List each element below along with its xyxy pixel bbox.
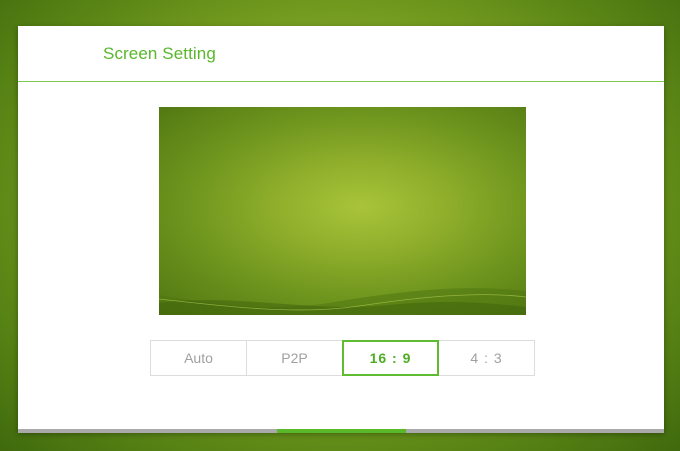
dialog-title: Screen Setting [103, 44, 216, 63]
scroll-indicator-thumb[interactable] [277, 429, 406, 433]
ratio-16-9-button[interactable]: 16 : 9 [342, 340, 439, 376]
ratio-4-3-button[interactable]: 4 : 3 [438, 340, 535, 376]
ratio-p2p-button[interactable]: P2P [246, 340, 343, 376]
screen-preview [159, 107, 526, 315]
scroll-indicator-track [18, 429, 664, 433]
wallpaper-wave-icon [159, 288, 526, 315]
aspect-ratio-selector: Auto P2P 16 : 9 4 : 3 [150, 340, 535, 376]
ratio-auto-button[interactable]: Auto [150, 340, 247, 376]
dialog-header: Screen Setting [18, 26, 664, 82]
screen-setting-dialog: Screen Setting Auto P2P 16 : 9 4 : 3 [18, 26, 664, 433]
